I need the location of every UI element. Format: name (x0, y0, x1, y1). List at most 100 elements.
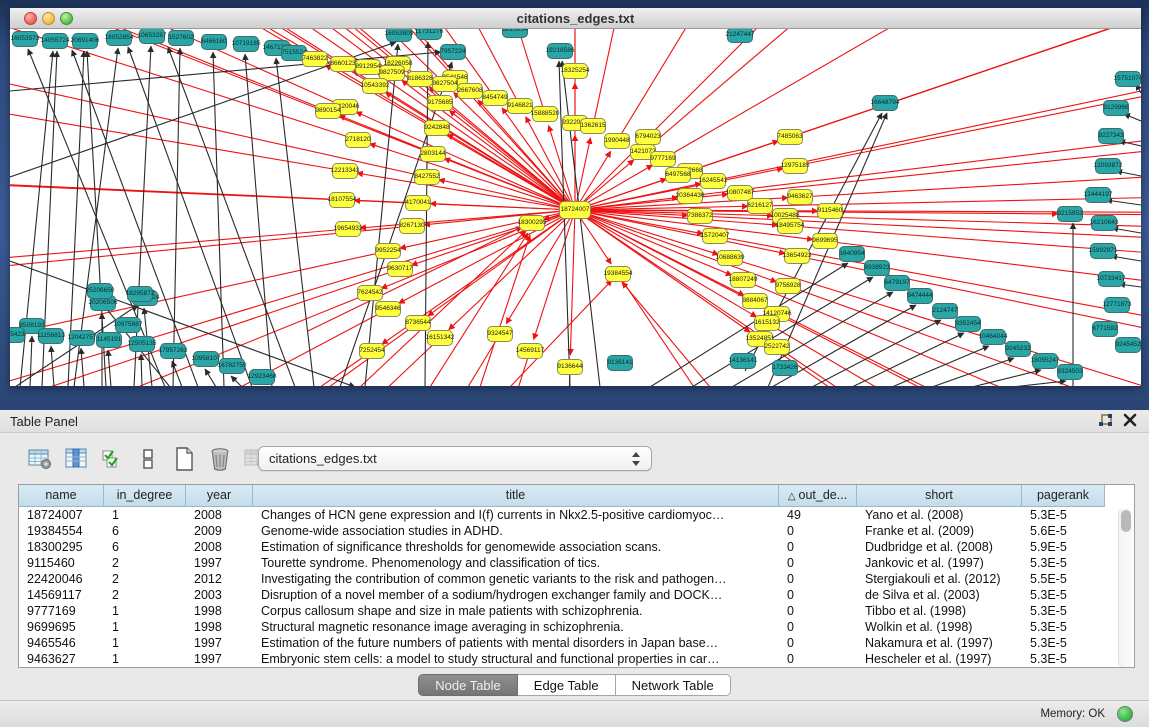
table-cell[interactable]: 5.3E-5 (1022, 651, 1105, 667)
table-cell[interactable]: 5.9E-5 (1022, 539, 1105, 555)
network-node[interactable]: 18300295 (519, 215, 545, 231)
table-cell[interactable]: 5.3E-5 (1022, 603, 1105, 619)
table-cell[interactable]: 0 (779, 619, 857, 635)
network-node[interactable]: 16053573 (12, 31, 38, 47)
network-node[interactable]: 9890154 (315, 103, 341, 119)
network-node[interactable]: 15751074 (1115, 71, 1141, 87)
network-node[interactable]: 1615132 (754, 315, 780, 331)
network-node[interactable]: 18052854 (106, 30, 132, 46)
network-node[interactable]: 9756928 (775, 278, 801, 294)
table-cell[interactable]: Nakamura et al. (1997) (857, 635, 1022, 651)
network-node[interactable]: 1145191 (96, 332, 122, 348)
network-node[interactable]: 9136644 (557, 359, 583, 375)
table-cell[interactable]: 9115460 (19, 555, 104, 571)
table-cell[interactable]: 6 (104, 539, 186, 555)
network-node[interactable]: 7485063 (777, 129, 803, 145)
table-cell[interactable]: Estimation of the future numbers of pati… (253, 635, 779, 651)
network-node[interactable]: 12042757 (69, 330, 95, 346)
network-node[interactable]: 16151342 (427, 330, 453, 346)
network-node[interactable]: 12975185 (782, 158, 808, 174)
network-node[interactable]: 17957263 (160, 343, 186, 359)
network-node[interactable]: 9242848 (424, 120, 450, 136)
table-cell[interactable]: 18300295 (19, 539, 104, 555)
table-cell[interactable]: 5.3E-5 (1022, 635, 1105, 651)
scrollbar-thumb[interactable] (1121, 510, 1131, 532)
table-cell[interactable]: Estimation of significance thresholds fo… (253, 539, 779, 555)
network-node[interactable]: 19218586 (547, 43, 573, 59)
table-cell[interactable]: 1 (104, 651, 186, 667)
table-cell[interactable]: 0 (779, 635, 857, 651)
network-node[interactable]: 6771592 (1092, 321, 1118, 337)
table-cell[interactable]: 1997 (186, 555, 253, 571)
table-cell[interactable]: Structural magnetic resonance image aver… (253, 619, 779, 635)
network-node[interactable]: 16053809 (386, 29, 412, 42)
network-node[interactable]: 18495754 (777, 218, 803, 234)
network-node[interactable]: 19654932 (335, 221, 361, 237)
network-node[interactable]: 2124747 (932, 303, 958, 319)
table-cell[interactable]: 1997 (186, 635, 253, 651)
table-cell[interactable]: 2 (104, 587, 186, 603)
tab-edge-table[interactable]: Edge Table (518, 674, 616, 696)
float-panel-icon[interactable] (1098, 413, 1113, 428)
table-row[interactable]: 977716911998Corpus callosum shape and si… (19, 603, 1134, 619)
network-node[interactable]: 9115460 (817, 203, 843, 219)
table-cell[interactable]: 9463627 (19, 651, 104, 667)
network-node[interactable]: 10653287 (139, 29, 165, 44)
table-cell[interactable]: 5.3E-5 (1022, 555, 1105, 571)
table-cell[interactable]: 1998 (186, 603, 253, 619)
network-node[interactable]: 10464044 (980, 329, 1006, 345)
delete-rows-trash-icon[interactable] (208, 447, 232, 471)
network-node[interactable]: 9952254 (375, 243, 401, 259)
network-node[interactable]: 8427552 (414, 169, 440, 185)
table-row[interactable]: 946362711997Embryonic stem cells: a mode… (19, 651, 1134, 667)
table-cell[interactable]: 0 (779, 651, 857, 667)
row-height-icon[interactable] (136, 447, 160, 471)
table-cell[interactable]: Stergiakouli et al. (2012) (857, 571, 1022, 587)
table-cell[interactable]: Dudbridge et al. (2008) (857, 539, 1022, 555)
network-node[interactable]: 9215953 (1057, 206, 1083, 222)
network-node[interactable]: 8660123 (330, 56, 356, 72)
attribute-table[interactable]: namein_degreeyeartitle△out_de...shortpag… (18, 484, 1135, 668)
tab-node-table[interactable]: Node Table (418, 674, 518, 696)
network-node[interactable]: 2667608 (457, 83, 483, 99)
table-cell[interactable]: Corpus callosum shape and size in male p… (253, 603, 779, 619)
table-row[interactable]: 1456911722003Disruption of a novel membe… (19, 587, 1134, 603)
table-vertical-scrollbar[interactable] (1118, 508, 1133, 668)
network-node[interactable]: 6466160 (201, 34, 227, 50)
table-cell[interactable]: 2 (104, 571, 186, 587)
column-header-year[interactable]: year (186, 485, 253, 507)
network-node[interactable]: 9699695 (812, 233, 838, 249)
network-node[interactable]: 11731276 (416, 29, 442, 40)
network-node[interactable]: 16210643 (1091, 215, 1117, 231)
network-node[interactable]: 9884067 (742, 293, 768, 309)
network-node[interactable]: 12093872 (1095, 158, 1121, 174)
network-node[interactable]: 6497568 (665, 167, 691, 183)
network-node[interactable]: 2803144 (420, 146, 446, 162)
network-node[interactable]: 9175685 (427, 95, 453, 111)
network-node[interactable]: 9146821 (507, 98, 533, 114)
select-columns-icon[interactable] (100, 447, 124, 471)
table-cell[interactable]: 5.3E-5 (1022, 587, 1105, 603)
column-header-pagerank[interactable]: pagerank (1022, 485, 1105, 507)
table-row[interactable]: 1938455462009Genome-wide association stu… (19, 523, 1134, 539)
table-cell[interactable]: 49 (779, 507, 857, 523)
table-selector-combobox[interactable]: citations_edges.txt (258, 446, 652, 471)
network-node[interactable]: 2718120 (345, 132, 371, 148)
network-node[interactable]: 10719185 (233, 36, 259, 52)
network-node[interactable]: 8813054 (502, 29, 528, 38)
column-header-title[interactable]: title (253, 485, 779, 507)
tab-network-table[interactable]: Network Table (616, 674, 731, 696)
network-node[interactable]: 6794023 (635, 129, 661, 145)
network-node[interactable]: 11156813 (38, 328, 64, 344)
table-row[interactable]: 969969511998Structural magnetic resonanc… (19, 619, 1134, 635)
table-cell[interactable]: 6 (104, 523, 186, 539)
table-cell[interactable]: 0 (779, 587, 857, 603)
network-node[interactable]: 9324503 (1057, 364, 1083, 380)
network-node[interactable]: 1990448 (604, 133, 630, 149)
table-cell[interactable]: 14569117 (19, 587, 104, 603)
network-node[interactable]: 9245452 (1115, 337, 1141, 353)
table-cell[interactable]: Tibbo et al. (1998) (857, 603, 1022, 619)
network-node[interactable]: 9129966 (1103, 100, 1129, 116)
table-row[interactable]: 946554611997Estimation of the future num… (19, 635, 1134, 651)
table-cell[interactable]: 18724007 (19, 507, 104, 523)
